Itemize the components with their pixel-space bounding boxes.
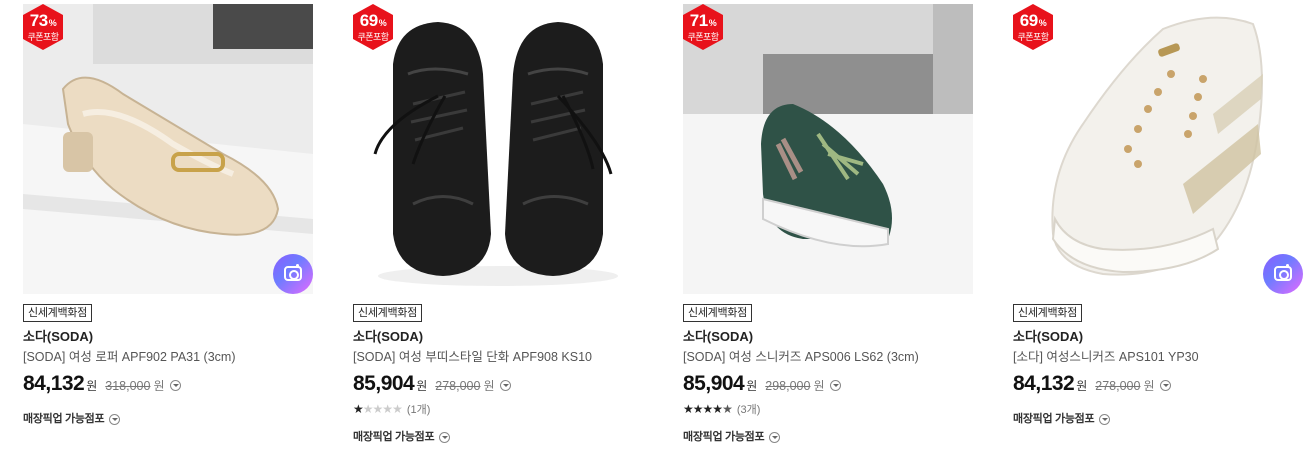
discount-badge: 71% 쿠폰포함 [683, 4, 723, 50]
chevron-down-circle-icon[interactable] [439, 431, 451, 443]
pickup-label: 매장픽업 가능점포 [683, 431, 765, 443]
price-row: 85,904 원 298,000 원 [683, 372, 973, 396]
pickup-label: 매장픽업 가능점포 [23, 413, 105, 425]
star-rating: ★★★★★ [353, 402, 403, 416]
coupon-label: 쿠폰포함 [357, 32, 389, 42]
brand-name[interactable]: 소다(SODA) [353, 329, 643, 345]
product-image[interactable]: 73% 쿠폰포함 [23, 4, 313, 294]
product-image[interactable]: 71% 쿠폰포함 [683, 4, 973, 294]
product-card[interactable]: 69% 쿠폰포함 신세계백화점 소다(SODA) [소다] 여성스니커즈 APS… [1013, 4, 1303, 426]
star-icon: ★ [683, 402, 694, 416]
star-icon: ★ [392, 402, 403, 416]
camera-icon[interactable] [273, 254, 313, 294]
discount-badge: 69% 쿠폰포함 [353, 4, 393, 50]
original-price-unit: 원 [813, 379, 825, 393]
brand-name[interactable]: 소다(SODA) [1013, 329, 1303, 345]
discount-percent: 69 [1019, 11, 1038, 30]
discount-unit: % [708, 18, 717, 28]
star-icon: ★ [692, 402, 704, 416]
original-price-unit: 원 [483, 379, 495, 393]
chevron-down-circle-icon[interactable] [769, 431, 781, 443]
store-pickup-link[interactable]: 매장픽업 가능점포 [1013, 410, 1303, 426]
original-price: 298,000 [765, 379, 811, 393]
product-name[interactable]: [SODA] 여성 스니커즈 APS006 LS62 (3cm) [683, 349, 973, 365]
star-icon: ★ [722, 402, 733, 416]
loafer-shoe-image [23, 4, 313, 294]
coupon-label: 쿠폰포함 [1017, 32, 1049, 42]
chevron-down-circle-icon[interactable] [1099, 413, 1111, 425]
review-count: (1개) [406, 404, 431, 416]
star-icon: ★ [382, 402, 393, 416]
chevron-down-circle-icon[interactable] [829, 380, 841, 391]
store-tag: 신세계백화점 [23, 304, 92, 322]
price-row: 84,132 원 318,000 원 [23, 372, 313, 396]
star-icon: ★ [372, 402, 384, 416]
discount-badge: 73% 쿠폰포함 [23, 4, 63, 50]
price-unit: 원 [1076, 379, 1088, 393]
star-icon: ★ [702, 402, 714, 416]
store-pickup-link[interactable]: 매장픽업 가능점포 [353, 428, 643, 444]
star-rating: ★★★★★ [683, 402, 733, 416]
discount-unit: % [1038, 18, 1047, 28]
price-unit: 원 [746, 379, 758, 393]
coupon-label: 쿠폰포함 [687, 32, 719, 42]
price-unit: 원 [416, 379, 428, 393]
green-sneaker-image [683, 4, 973, 294]
product-card[interactable]: 71% 쿠폰포함 신세계백화점 소다(SODA) [SODA] 여성 스니커즈 … [683, 4, 973, 444]
price-row: 84,132 원 278,000 원 [1013, 372, 1303, 396]
chevron-down-circle-icon[interactable] [499, 380, 511, 391]
discount-unit: % [48, 18, 57, 28]
original-price-unit: 원 [1143, 379, 1155, 393]
store-tag: 신세계백화점 [683, 304, 752, 322]
product-name[interactable]: [SODA] 여성 로퍼 APF902 PA31 (3cm) [23, 349, 313, 365]
chevron-down-circle-icon[interactable] [1159, 380, 1171, 391]
pickup-label: 매장픽업 가능점포 [1013, 413, 1095, 425]
discount-percent: 73 [29, 11, 48, 30]
discount-unit: % [378, 18, 387, 28]
chevron-down-circle-icon[interactable] [109, 413, 121, 425]
original-price: 318,000 [105, 379, 151, 393]
star-icon: ★ [353, 402, 364, 416]
discount-badge: 69% 쿠폰포함 [1013, 4, 1053, 50]
review-count: (3개) [736, 404, 761, 416]
product-card[interactable]: 69% 쿠폰포함 신세계백화점 소다(SODA) [SODA] 여성 부띠스타일… [353, 4, 643, 444]
original-price: 278,000 [1095, 379, 1141, 393]
product-card[interactable]: 73% 쿠폰포함 신세계백화점 소다(SODA) [SODA] 여성 로퍼 AP… [23, 4, 313, 426]
product-image[interactable]: 69% 쿠폰포함 [353, 4, 643, 294]
sale-price: 85,904 [683, 372, 745, 395]
brand-name[interactable]: 소다(SODA) [23, 329, 313, 345]
white-sneaker-image [1013, 4, 1303, 294]
original-price: 278,000 [435, 379, 481, 393]
star-icon: ★ [712, 402, 723, 416]
rating-row[interactable]: ★★★★★ (1개) [353, 402, 643, 416]
price-unit: 원 [86, 379, 98, 393]
store-tag: 신세계백화점 [353, 304, 422, 322]
original-price-unit: 원 [153, 379, 165, 393]
product-name[interactable]: [소다] 여성스니커즈 APS101 YP30 [1013, 349, 1303, 365]
brand-name[interactable]: 소다(SODA) [683, 329, 973, 345]
product-name[interactable]: [SODA] 여성 부띠스타일 단화 APF908 KS10 [353, 349, 643, 365]
store-pickup-link[interactable]: 매장픽업 가능점포 [23, 410, 313, 426]
price-row: 85,904 원 278,000 원 [353, 372, 643, 396]
product-image[interactable]: 69% 쿠폰포함 [1013, 4, 1303, 294]
pickup-label: 매장픽업 가능점포 [353, 431, 435, 443]
store-tag: 신세계백화점 [1013, 304, 1082, 322]
sale-price: 84,132 [23, 372, 85, 395]
oxford-shoes-image [353, 4, 643, 294]
rating-row[interactable]: ★★★★★ (3개) [683, 402, 973, 416]
chevron-down-circle-icon[interactable] [169, 380, 181, 391]
coupon-label: 쿠폰포함 [27, 32, 59, 42]
star-icon: ★ [362, 402, 374, 416]
sale-price: 85,904 [353, 372, 415, 395]
store-pickup-link[interactable]: 매장픽업 가능점포 [683, 428, 973, 444]
camera-icon[interactable] [1263, 254, 1303, 294]
discount-percent: 69 [359, 11, 378, 30]
sale-price: 84,132 [1013, 372, 1075, 395]
discount-percent: 71 [689, 11, 708, 30]
